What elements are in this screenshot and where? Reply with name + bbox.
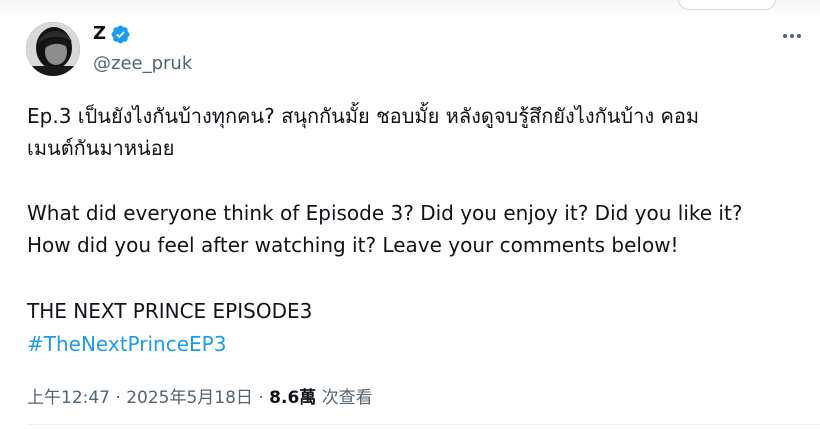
verified-badge-icon[interactable] bbox=[110, 24, 131, 45]
views-label: 次查看 bbox=[321, 388, 373, 408]
tweet-time: 上午12:47 bbox=[27, 388, 110, 408]
tweet-timestamp[interactable]: 上午12:47 · 2025年5月18日 bbox=[27, 388, 253, 408]
more-options-icon[interactable] bbox=[780, 30, 804, 42]
tweet-text-thai-line-2: เมนต์กันมาหน่อย bbox=[27, 136, 175, 160]
hashtag-link[interactable]: #TheNextPrinceEP3 bbox=[27, 331, 226, 357]
views-count: 8.6萬 bbox=[269, 388, 317, 408]
meta-separator: · bbox=[115, 388, 121, 408]
avatar[interactable] bbox=[26, 22, 80, 76]
tweet-text-thai-line-1: Ep.3 เป็นยังไงกันบ้างทุกคน? สนุกกันมั้ย … bbox=[27, 104, 700, 128]
top-pill-button[interactable] bbox=[678, 0, 776, 10]
tweet-meta: 上午12:47 · 2025年5月18日 · 8.6萬 次查看 bbox=[27, 386, 373, 410]
avatar-photo-icon bbox=[26, 22, 80, 76]
tweet-text-title-line: THE NEXT PRINCE EPISODE3 bbox=[27, 299, 313, 323]
user-handle[interactable]: @zee_pruk bbox=[93, 52, 192, 76]
divider bbox=[27, 424, 820, 425]
tweet-date: 2025年5月18日 bbox=[126, 388, 253, 408]
display-name[interactable]: Z bbox=[93, 22, 106, 46]
tweet-text-english-line-1: What did everyone think of Episode 3? Di… bbox=[27, 201, 743, 225]
meta-separator: · bbox=[258, 388, 264, 408]
tweet-text-english-line-2: How did you feel after watching it? Leav… bbox=[27, 233, 679, 257]
